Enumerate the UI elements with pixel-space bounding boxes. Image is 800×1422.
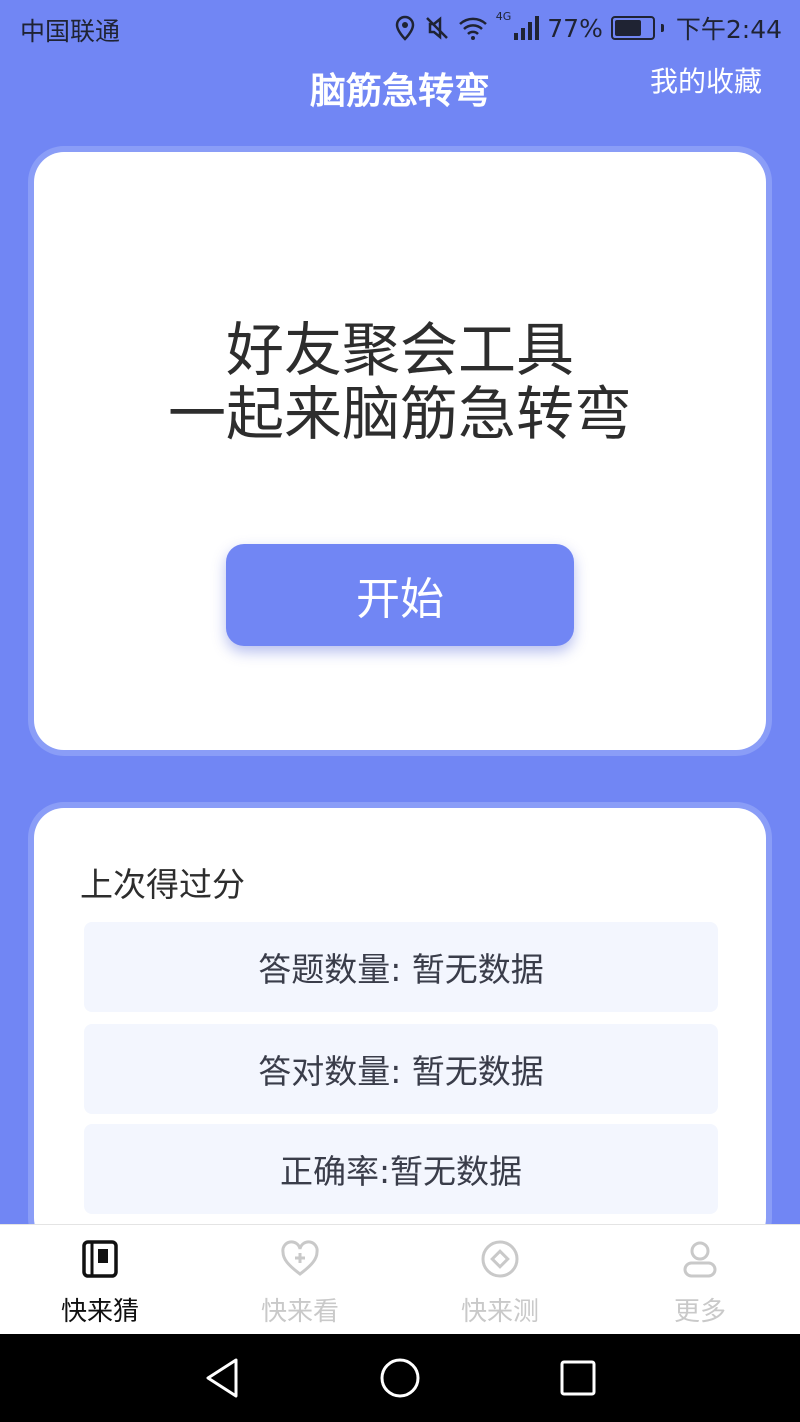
hero-subheadline: 一起来脑筋急转弯 (167, 380, 632, 448)
recents-icon[interactable] (556, 1356, 600, 1400)
stat-row-accuracy: 正确率:暂无数据 (84, 1124, 718, 1214)
tab-label: 快来猜 (60, 1297, 139, 1327)
book-icon (82, 1240, 118, 1278)
status-bar: 中国联通 4G 77% 下午2:44 (0, 0, 800, 56)
user-icon (683, 1241, 717, 1278)
status-icons: 4G 77% 下午2:44 (394, 10, 782, 46)
system-nav-bar (0, 1334, 800, 1422)
diamond-circle-icon (481, 1240, 519, 1278)
tab-guess[interactable]: 快来猜 (0, 1225, 200, 1335)
network-type: 4G (495, 10, 512, 23)
signal-icon (514, 16, 540, 40)
clock: 下午2:44 (675, 15, 782, 44)
tab-test[interactable]: 快来测 (400, 1225, 600, 1335)
tab-watch[interactable]: 快来看 (200, 1225, 400, 1335)
wifi-icon (458, 17, 487, 40)
stat-row-correct-count: 答对数量: 暂无数据 (84, 1024, 718, 1114)
location-icon (395, 15, 415, 41)
tab-more[interactable]: 更多 (600, 1225, 800, 1335)
tab-label: 快来看 (260, 1297, 339, 1327)
hero-headline: 好友聚会工具 (225, 316, 574, 384)
tab-label: 更多 (673, 1297, 726, 1327)
carrier-name: 中国联通 (20, 17, 121, 46)
bottom-tab-bar: 快来猜 快来看 快来测 更多 (0, 1224, 800, 1335)
mute-icon (425, 16, 448, 40)
battery-icon (610, 16, 664, 40)
stat-row-question-count: 答题数量: 暂无数据 (84, 922, 718, 1012)
heart-plus-icon (281, 1240, 319, 1276)
section-title: 上次得过分 (80, 865, 245, 904)
back-icon[interactable] (200, 1356, 244, 1400)
tab-label: 快来测 (460, 1297, 539, 1327)
start-button[interactable]: 开始 (226, 544, 574, 646)
battery-percent: 77% (547, 13, 603, 43)
last-score-card: 上次得过分 答题数量: 暂无数据 答对数量: 暂无数据 正确率:暂无数据 (34, 808, 766, 1248)
hero-card: 好友聚会工具 一起来脑筋急转弯 开始 (34, 152, 766, 750)
favorites-link[interactable]: 我的收藏 (650, 60, 762, 100)
home-icon[interactable] (378, 1356, 422, 1400)
app-header: 脑筋急转弯 我的收藏 (0, 56, 800, 116)
